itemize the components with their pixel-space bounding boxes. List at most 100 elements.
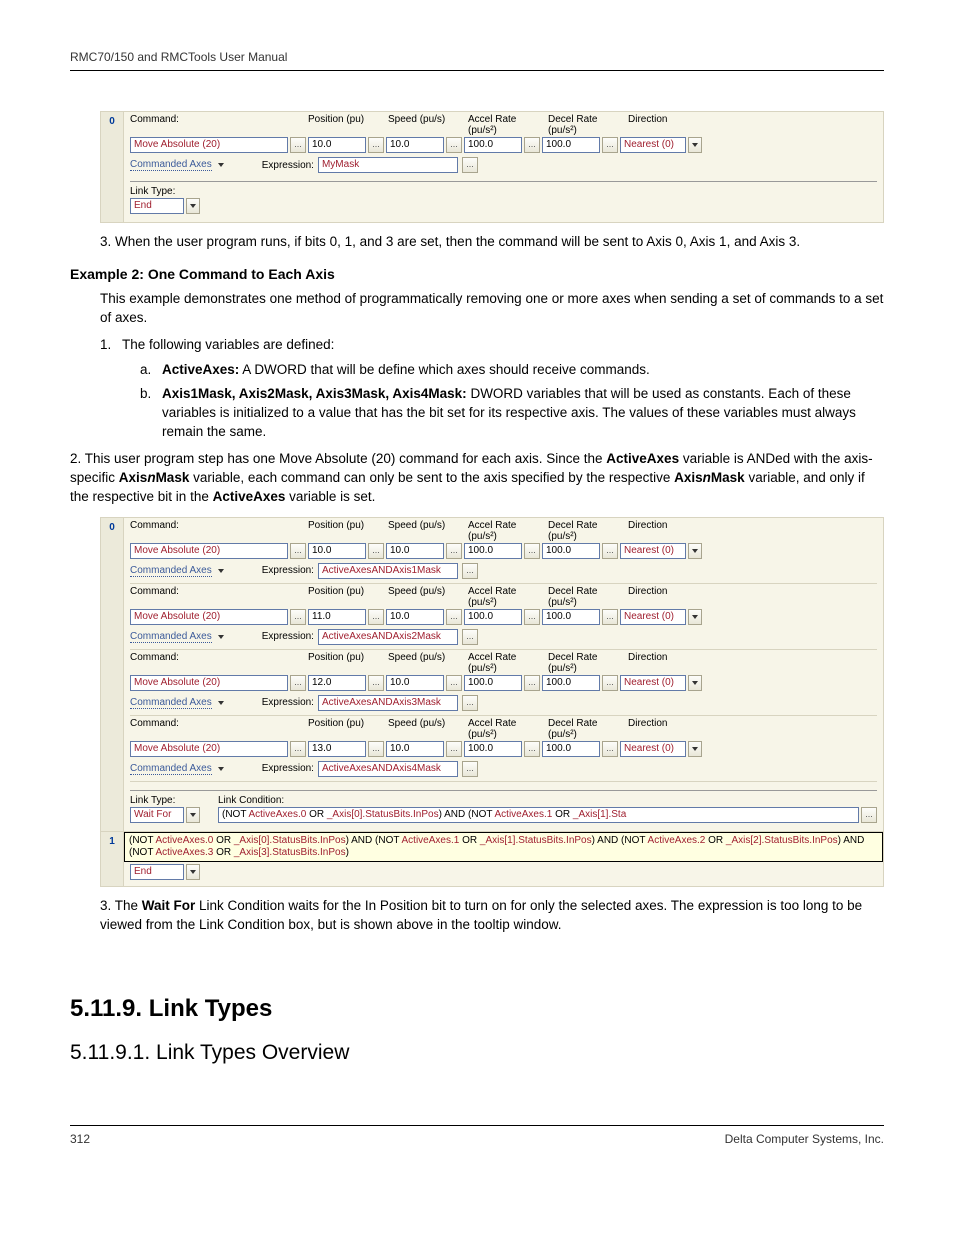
expression-field[interactable]: ActiveAxes AND Axis1Mask — [318, 563, 458, 579]
position-field[interactable]: 11.0 — [308, 609, 366, 625]
commanded-axes-link[interactable]: Commanded Axes — [130, 159, 212, 171]
link-condition-browse-button[interactable]: ... — [861, 807, 877, 823]
direction-field[interactable]: Nearest (0) — [620, 609, 686, 625]
browse-button[interactable]: ... — [462, 761, 478, 777]
chevron-down-icon[interactable] — [218, 569, 224, 573]
speed-field[interactable]: 10.0 — [386, 609, 444, 625]
browse-button[interactable]: ... — [524, 741, 540, 757]
accel-browse-button[interactable]: ... — [524, 137, 540, 153]
browse-button[interactable]: ... — [446, 543, 462, 559]
browse-button[interactable]: ... — [462, 695, 478, 711]
section-heading: 5.11.9. Link Types — [70, 995, 884, 1023]
label-position: Position (pu) — [308, 114, 386, 136]
gui-panel-2: 0 Command:Position (pu)Speed (pu/s)Accel… — [100, 517, 884, 887]
direction-dropdown-icon[interactable] — [688, 609, 702, 625]
decel-field[interactable]: 100.0 — [542, 675, 600, 691]
decel-field[interactable]: 100.0 — [542, 609, 600, 625]
browse-button[interactable]: ... — [290, 609, 306, 625]
direction-field[interactable]: Nearest (0) — [620, 137, 686, 153]
decel-field[interactable]: 100.0 — [542, 543, 600, 559]
browse-button[interactable]: ... — [446, 741, 462, 757]
position-field[interactable]: 12.0 — [308, 675, 366, 691]
speed-browse-button[interactable]: ... — [446, 137, 462, 153]
link-type-label: Link Type: — [130, 795, 200, 806]
expression-field[interactable]: ActiveAxes AND Axis2Mask — [318, 629, 458, 645]
link-type-dropdown-icon[interactable] — [186, 864, 200, 880]
browse-button[interactable]: ... — [602, 543, 618, 559]
browse-button[interactable]: ... — [290, 543, 306, 559]
position-field[interactable]: 13.0 — [308, 741, 366, 757]
expression-browse-button[interactable]: ... — [462, 157, 478, 173]
command-field[interactable]: Move Absolute (20) — [130, 675, 288, 691]
link-type-field[interactable]: End — [130, 864, 184, 880]
expression-field[interactable]: ActiveAxes AND Axis3Mask — [318, 695, 458, 711]
step-number: 0 — [101, 112, 124, 222]
expression-field[interactable]: ActiveAxes AND Axis4Mask — [318, 761, 458, 777]
direction-dropdown-icon[interactable] — [688, 137, 702, 153]
decel-field[interactable]: 100.0 — [542, 741, 600, 757]
command-field[interactable]: Move Absolute (20) — [130, 741, 288, 757]
decel-browse-button[interactable]: ... — [602, 137, 618, 153]
direction-field[interactable]: Nearest (0) — [620, 741, 686, 757]
link-type-dropdown-icon[interactable] — [186, 198, 200, 214]
page-footer: 312 Delta Computer Systems, Inc. — [70, 1125, 884, 1146]
commanded-axes-link[interactable]: Commanded Axes — [130, 763, 212, 775]
direction-field[interactable]: Nearest (0) — [620, 675, 686, 691]
browse-button[interactable]: ... — [290, 741, 306, 757]
link-type-dropdown-icon[interactable] — [186, 807, 200, 823]
browse-button[interactable]: ... — [602, 609, 618, 625]
direction-dropdown-icon[interactable] — [688, 675, 702, 691]
position-field[interactable]: 10.0 — [308, 137, 366, 153]
link-type-field[interactable]: End — [130, 198, 184, 214]
browse-button[interactable]: ... — [602, 675, 618, 691]
position-field[interactable]: 10.0 — [308, 543, 366, 559]
command-field[interactable]: Move Absolute (20) — [130, 137, 288, 153]
browse-button[interactable]: ... — [368, 543, 384, 559]
browse-button[interactable]: ... — [368, 609, 384, 625]
browse-button[interactable]: ... — [462, 629, 478, 645]
commanded-axes-link[interactable]: Commanded Axes — [130, 565, 212, 577]
command-field[interactable]: Move Absolute (20) — [130, 543, 288, 559]
paragraph: 2. This user program step has one Move A… — [70, 450, 884, 507]
direction-dropdown-icon[interactable] — [688, 741, 702, 757]
position-browse-button[interactable]: ... — [368, 137, 384, 153]
browse-button[interactable]: ... — [368, 675, 384, 691]
command-browse-button[interactable]: ... — [290, 137, 306, 153]
link-type-field[interactable]: Wait For — [130, 807, 184, 823]
page-number: 312 — [70, 1132, 90, 1146]
browse-button[interactable]: ... — [446, 675, 462, 691]
browse-button[interactable]: ... — [524, 609, 540, 625]
accel-field[interactable]: 100.0 — [464, 543, 522, 559]
commanded-axes-link[interactable]: Commanded Axes — [130, 631, 212, 643]
label-direction: Direction — [628, 114, 667, 136]
expression-field[interactable]: MyMask — [318, 157, 458, 173]
chevron-down-icon[interactable] — [218, 767, 224, 771]
chevron-down-icon[interactable] — [218, 163, 224, 167]
direction-dropdown-icon[interactable] — [688, 543, 702, 559]
browse-button[interactable]: ... — [462, 563, 478, 579]
accel-field[interactable]: 100.0 — [464, 137, 522, 153]
chevron-down-icon[interactable] — [218, 701, 224, 705]
browse-button[interactable]: ... — [290, 675, 306, 691]
speed-field[interactable]: 10.0 — [386, 543, 444, 559]
commanded-axes-link[interactable]: Commanded Axes — [130, 697, 212, 709]
speed-field[interactable]: 10.0 — [386, 675, 444, 691]
direction-field[interactable]: Nearest (0) — [620, 543, 686, 559]
browse-button[interactable]: ... — [446, 609, 462, 625]
command-field[interactable]: Move Absolute (20) — [130, 609, 288, 625]
decel-field[interactable]: 100.0 — [542, 137, 600, 153]
accel-field[interactable]: 100.0 — [464, 741, 522, 757]
browse-button[interactable]: ... — [602, 741, 618, 757]
link-condition-field[interactable]: (NOT ActiveAxes.0 OR _Axis[0].StatusBits… — [218, 807, 859, 823]
chevron-down-icon[interactable] — [218, 635, 224, 639]
accel-field[interactable]: 100.0 — [464, 609, 522, 625]
speed-field[interactable]: 10.0 — [386, 137, 444, 153]
accel-field[interactable]: 100.0 — [464, 675, 522, 691]
browse-button[interactable]: ... — [524, 543, 540, 559]
speed-field[interactable]: 10.0 — [386, 741, 444, 757]
list-item: b.Axis1Mask, Axis2Mask, Axis3Mask, Axis4… — [162, 385, 884, 442]
example-2-title: Example 2: One Command to Each Axis — [70, 266, 884, 282]
browse-button[interactable]: ... — [524, 675, 540, 691]
expression-label: Expression: — [262, 160, 314, 171]
browse-button[interactable]: ... — [368, 741, 384, 757]
